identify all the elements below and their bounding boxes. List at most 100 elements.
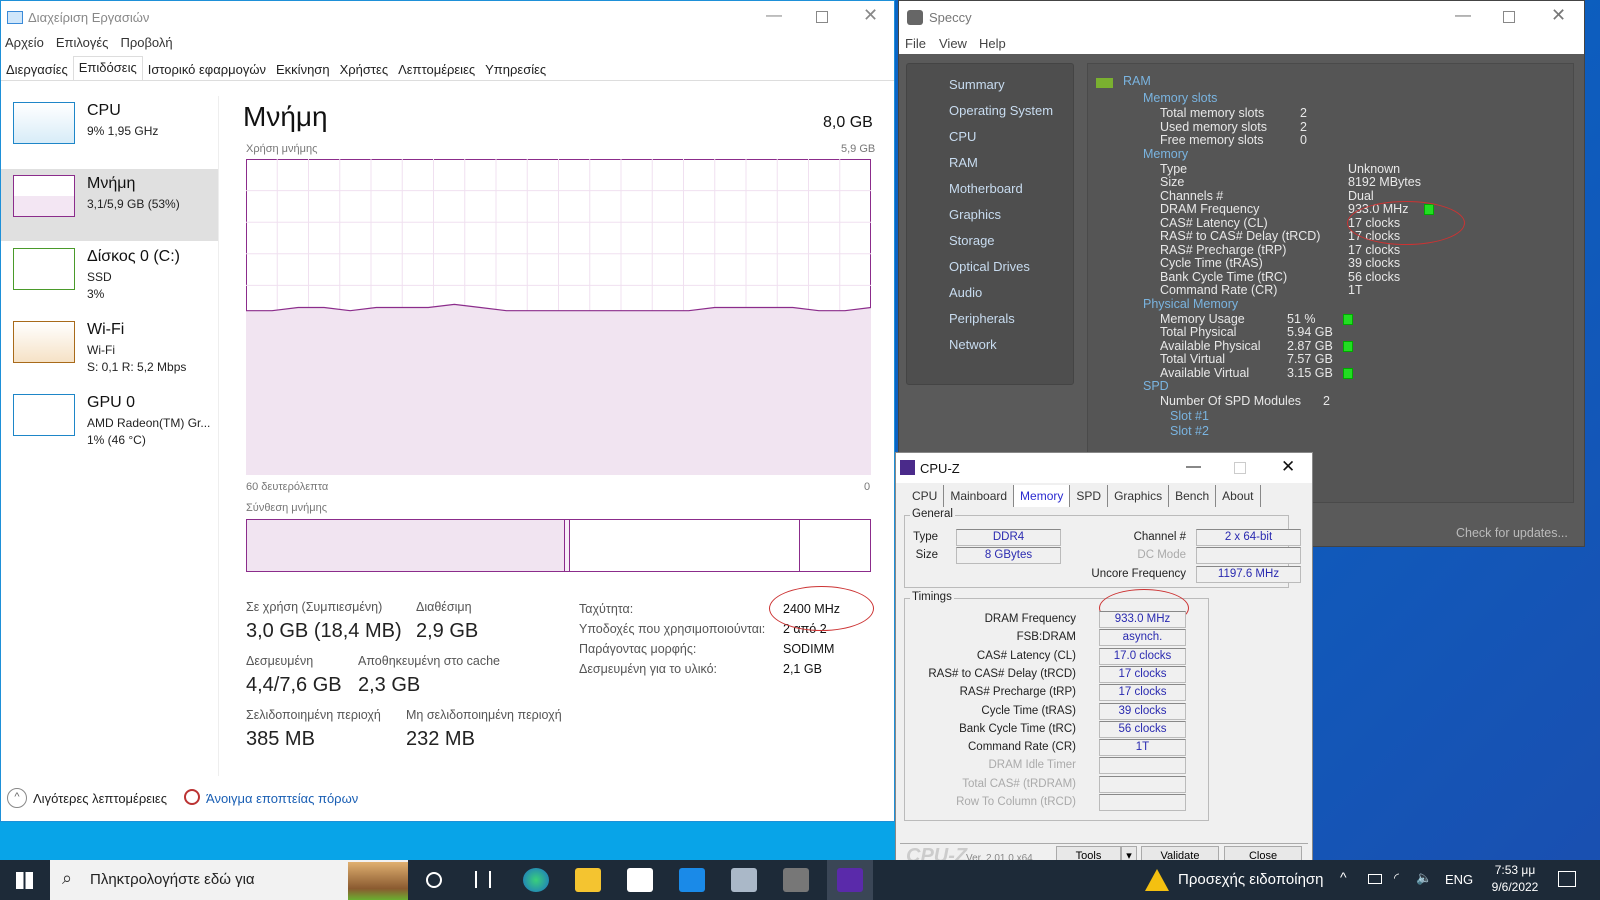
speccy-taskbar-icon[interactable] [783, 868, 809, 892]
nav-item-cpu[interactable]: CPU [907, 126, 1073, 152]
memory-label: Channels # [1160, 188, 1224, 203]
menu-help[interactable]: Help [979, 36, 1006, 51]
physical-label: Total Virtual [1160, 352, 1226, 366]
taskbar: ⌕ Πληκτρολογήστε εδώ για Προσεχής ειδοπο… [0, 860, 1600, 900]
nav-item-audio[interactable]: Audio [907, 282, 1073, 308]
show-hidden-icons[interactable]: ^ [1340, 869, 1347, 885]
channel-value: 2 x 64-bit [1196, 529, 1301, 546]
tab-graphics[interactable]: Graphics [1108, 485, 1170, 507]
cpuz-window: CPU-Z — ✕ CPU Mainboard Memory SPD Graph… [895, 452, 1313, 867]
nonpaged-pool-value: 232 MB [406, 728, 475, 750]
memory-label: Size [1160, 175, 1185, 189]
menu-view[interactable]: View [939, 36, 967, 51]
menu-view[interactable]: Προβολή [120, 35, 172, 50]
cpuz-taskbar-icon [837, 868, 863, 892]
standby-segment [570, 520, 800, 571]
timing-label-disabled: Row To Column (tRCD) [956, 796, 1076, 808]
memory-value: 8192 MBytes [1348, 175, 1421, 189]
tab-details[interactable]: Λεπτομέρειες [393, 59, 480, 80]
maximize-button[interactable] [1503, 11, 1515, 23]
sidebar-item-disk[interactable]: Δίσκος 0 (C:) SSD 3% [1, 242, 218, 314]
tab-spd[interactable]: SPD [1070, 485, 1109, 507]
cpuz-taskbar-button[interactable] [827, 860, 873, 900]
notifications-icon[interactable] [1558, 871, 1576, 887]
tab-processes[interactable]: Διεργασίες [1, 59, 73, 80]
timing-label: Command Rate (CR) [968, 741, 1076, 754]
wifi-icon[interactable]: ◜ [1394, 870, 1399, 886]
minimize-button[interactable]: — [766, 7, 782, 25]
check-updates-link[interactable]: Check for updates... [1456, 526, 1568, 540]
menu-file[interactable]: File [905, 36, 926, 51]
minimize-button[interactable]: — [1455, 7, 1471, 25]
nav-item-graphics[interactable]: Graphics [907, 204, 1073, 230]
memory-properties: Ταχύτητα: Υποδοχές που χρησιμοποιούνται:… [579, 599, 765, 679]
store-icon[interactable] [627, 868, 653, 892]
sidebar-item-gpu[interactable]: GPU 0 AMD Radeon(TM) Gr... 1% (46 °C) [1, 388, 218, 460]
committed-label: Δεσμευμένη [246, 654, 314, 668]
menu-options[interactable]: Επιλογές [56, 35, 109, 50]
speccy-nav: Summary Operating System CPU RAM Motherboard… [906, 63, 1074, 385]
language-indicator[interactable]: ENG [1445, 872, 1473, 887]
tab-startup[interactable]: Εκκίνηση [271, 59, 335, 80]
file-explorer-icon[interactable] [575, 868, 601, 892]
item-name: Μνήμη [87, 175, 136, 192]
task-manager-taskbar-icon[interactable] [731, 868, 757, 892]
tab-services[interactable]: Υπηρεσίες [480, 59, 551, 80]
mail-icon[interactable] [679, 868, 705, 892]
item-name: GPU 0 [87, 394, 136, 411]
tab-memory[interactable]: Memory [1014, 485, 1071, 507]
physical-memory-heading: Physical Memory [1143, 296, 1239, 311]
divider [900, 843, 1308, 844]
spd-modules-label: Number Of SPD Modules [1160, 394, 1302, 408]
tab-cpu[interactable]: CPU [906, 485, 945, 507]
nav-item-network[interactable]: Network [907, 334, 1073, 360]
timing-label: Bank Cycle Time (tRC) [959, 722, 1076, 735]
timing-label: RAS# to CAS# Delay (tRCD) [928, 667, 1076, 680]
resource-monitor-link[interactable]: Άνοιγμα εποπτείας πόρων [206, 791, 358, 806]
sidebar-item-wifi[interactable]: Wi-Fi Wi-Fi S: 0,1 R: 5,2 Mbps [1, 315, 218, 387]
app-icon [7, 11, 23, 24]
title-bar: CPU-Z — ✕ [896, 453, 1312, 483]
cortana-icon[interactable] [426, 872, 442, 888]
cached-value: 2,3 GB [358, 674, 421, 696]
nav-item-summary[interactable]: Summary [907, 74, 1073, 100]
maximize-button[interactable] [816, 11, 828, 23]
reserved-label: Δεσμευμένη για το υλικό: [579, 662, 717, 676]
task-view-icon[interactable] [475, 871, 491, 888]
nav-item-peripherals[interactable]: Peripherals [907, 308, 1073, 334]
edge-icon[interactable] [523, 868, 549, 892]
tab-app-history[interactable]: Ιστορικό εφαρμογών [143, 59, 271, 80]
item-sub: Wi-Fi [87, 343, 115, 357]
search-box[interactable]: ⌕ Πληκτρολογήστε εδώ για [50, 860, 408, 900]
close-button[interactable]: ✕ [863, 5, 878, 26]
volume-icon[interactable]: 🔈 [1416, 870, 1432, 886]
battery-icon[interactable] [1368, 874, 1382, 884]
nav-item-motherboard[interactable]: Motherboard [907, 178, 1073, 204]
close-button[interactable]: ✕ [1551, 5, 1566, 26]
tab-users[interactable]: Χρήστες [335, 59, 394, 80]
tab-mainboard[interactable]: Mainboard [944, 485, 1015, 507]
nav-item-ram[interactable]: RAM [907, 152, 1073, 178]
minimize-button[interactable]: — [1186, 458, 1201, 475]
fewer-details-link[interactable]: Λιγότερες λεπτομέρειες [33, 791, 167, 806]
menu-file[interactable]: Αρχείο [5, 35, 44, 50]
item-name: CPU [87, 102, 121, 119]
chevron-up-icon[interactable]: ^ [7, 788, 27, 808]
tab-about[interactable]: About [1216, 485, 1261, 507]
nav-item-operating-system[interactable]: Operating System [907, 100, 1073, 126]
close-button[interactable]: ✕ [1281, 457, 1295, 477]
weather-warning-icon[interactable] [1145, 869, 1169, 891]
timing-label: CAS# Latency (CL) [976, 649, 1076, 662]
nav-item-storage[interactable]: Storage [907, 230, 1073, 256]
sidebar-item-cpu[interactable]: CPU 9% 1,95 GHz [1, 96, 218, 168]
nav-item-optical-drives[interactable]: Optical Drives [907, 256, 1073, 282]
weather-text[interactable]: Προσεχής ειδοποίηση [1178, 871, 1324, 888]
dc-mode-label: DC Mode [1137, 549, 1186, 561]
tab-bench[interactable]: Bench [1169, 485, 1217, 507]
sidebar-item-memory[interactable]: Μνήμη 3,1/5,9 GB (53%) [1, 169, 218, 241]
resource-monitor-icon [184, 789, 200, 805]
clock[interactable]: 7:53 μμ 9/6/2022 [1486, 863, 1544, 894]
slot-value: 2 [1300, 119, 1307, 134]
tab-performance[interactable]: Επιδόσεις [72, 56, 143, 80]
start-button[interactable] [16, 872, 33, 889]
